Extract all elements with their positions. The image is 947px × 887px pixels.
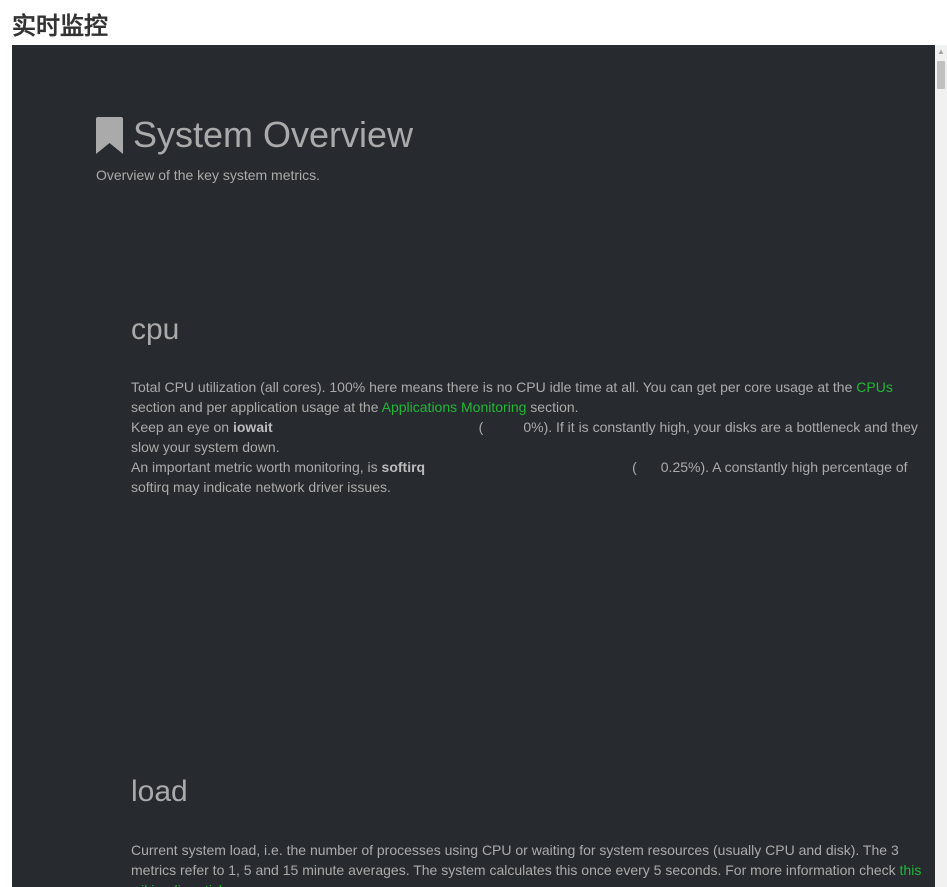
cpu-desc-1b: section and per application usage at the: [131, 399, 382, 415]
cpu-desc-2: Keep an eye on: [131, 419, 233, 435]
overview-subtitle: Overview of the key system metrics.: [96, 167, 321, 183]
applications-monitoring-link[interactable]: Applications Monitoring: [382, 399, 527, 415]
softirq-label: softirq: [381, 459, 426, 475]
cpu-desc-1: Total CPU utilization (all cores). 100% …: [131, 379, 857, 395]
section-text-cpu: Total CPU utilization (all cores). 100% …: [131, 377, 926, 497]
iowait-label: iowait: [232, 419, 273, 435]
bookmark-icon: [96, 116, 123, 154]
iowait-paren: (: [478, 419, 484, 435]
section-text-load: Current system load, i.e. the number of …: [131, 840, 926, 887]
cpu-desc-1c: section.: [526, 399, 579, 415]
section-title-cpu: cpu: [131, 313, 180, 346]
softirq-value: 0.25%: [660, 459, 701, 475]
load-desc: Current system load, i.e. the number of …: [131, 842, 900, 878]
scrollbar[interactable]: ▲: [935, 45, 947, 887]
cpu-desc-3: An important metric worth monitoring, is: [131, 459, 382, 475]
softirq-paren: (: [632, 459, 637, 475]
section-title-load: load: [131, 775, 188, 808]
cpus-link[interactable]: CPUs: [856, 379, 893, 395]
scroll-thumb[interactable]: [937, 61, 945, 89]
page-title: 实时监控: [12, 12, 108, 40]
dashboard-frame: System Overview Overview of the key syst…: [12, 45, 935, 887]
scroll-up-arrow-icon[interactable]: ▲: [935, 45, 947, 59]
iowait-value: 0%: [523, 419, 544, 435]
overview-header: System Overview: [96, 115, 413, 155]
overview-title: System Overview: [133, 114, 414, 155]
